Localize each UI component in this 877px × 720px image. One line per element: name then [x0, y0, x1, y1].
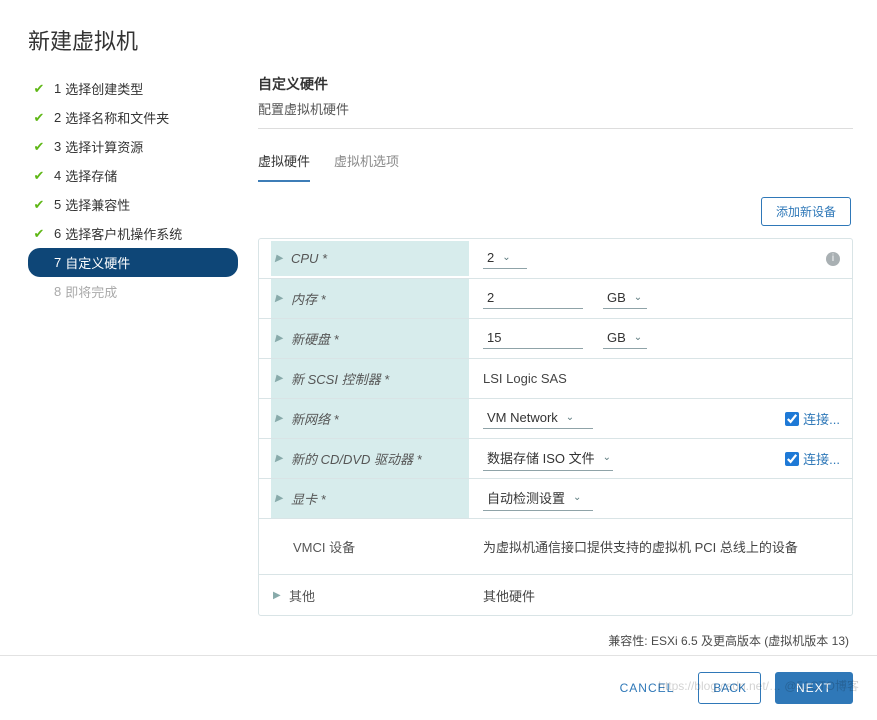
- chevron-right-icon[interactable]: ▶: [275, 373, 283, 384]
- check-icon: ✔: [32, 197, 46, 213]
- check-icon: ✔: [32, 139, 46, 155]
- step-label: 选择客户机操作系统: [65, 224, 182, 243]
- connect-label: 连接...: [803, 409, 840, 428]
- hw-label: VMCI 设备: [293, 537, 355, 556]
- row-gpu: ▶ 显卡 * 自动检测设置 ⌄: [259, 479, 852, 519]
- modal-title: 新建虚拟机: [0, 0, 877, 74]
- step-label: 选择兼容性: [65, 195, 130, 214]
- hw-label: 显卡 *: [291, 489, 326, 508]
- chevron-right-icon[interactable]: ▶: [273, 590, 281, 601]
- memory-unit-select[interactable]: GB ⌄: [603, 288, 647, 309]
- next-button[interactable]: NEXT: [775, 672, 853, 704]
- step-label: 选择名称和文件夹: [65, 108, 169, 127]
- other-value: 其他硬件: [483, 586, 535, 605]
- step-label: 自定义硬件: [65, 253, 130, 272]
- wizard-content: 自定义硬件 配置虚拟机硬件 虚拟硬件 虚拟机选项 添加新设备 ▶ CPU *: [248, 74, 857, 655]
- hw-label: CPU *: [291, 251, 327, 266]
- chevron-right-icon[interactable]: ▶: [275, 333, 283, 344]
- section-subtitle: 配置虚拟机硬件: [258, 99, 853, 118]
- row-disk: ▶ 新硬盘 * GB ⌄: [259, 319, 852, 359]
- check-icon: ✔: [32, 110, 46, 126]
- step-label: 选择创建类型: [65, 79, 143, 98]
- new-vm-wizard-modal: 新建虚拟机 ✔ 1 选择创建类型 ✔ 2 选择名称和文件夹 ✔ 3 选择计算资源…: [0, 0, 877, 720]
- chevron-down-icon: ⌄: [634, 292, 642, 303]
- wizard-footer: CANCEL BACK NEXT: [0, 655, 877, 720]
- row-cpu: ▶ CPU * 2 ⌄ i: [259, 239, 852, 279]
- disk-unit-select[interactable]: GB ⌄: [603, 328, 647, 349]
- chevron-down-icon: ⌄: [603, 452, 611, 463]
- row-vmci: VMCI 设备 为虚拟机通信接口提供支持的虚拟机 PCI 总线上的设备: [259, 519, 852, 575]
- disk-input[interactable]: [483, 328, 583, 349]
- add-device-button[interactable]: 添加新设备: [761, 197, 851, 226]
- connect-label: 连接...: [803, 449, 840, 468]
- gpu-select[interactable]: 自动检测设置 ⌄: [483, 486, 593, 511]
- info-icon[interactable]: i: [826, 252, 840, 266]
- hw-label: 新硬盘 *: [291, 329, 339, 348]
- step-guest-os[interactable]: ✔ 6 选择客户机操作系统: [28, 219, 238, 248]
- chevron-right-icon[interactable]: ▶: [275, 413, 283, 424]
- chevron-right-icon[interactable]: ▶: [275, 493, 283, 504]
- row-scsi: ▶ 新 SCSI 控制器 * LSI Logic SAS: [259, 359, 852, 399]
- check-icon: [32, 255, 46, 270]
- wizard-steps: ✔ 1 选择创建类型 ✔ 2 选择名称和文件夹 ✔ 3 选择计算资源 ✔ 4 选…: [28, 74, 248, 655]
- hw-label: 新网络 *: [291, 409, 339, 428]
- step-label: 选择计算资源: [65, 137, 143, 156]
- cpu-select[interactable]: 2 ⌄: [483, 248, 527, 269]
- section-title: 自定义硬件: [258, 74, 853, 94]
- modal-body: ✔ 1 选择创建类型 ✔ 2 选择名称和文件夹 ✔ 3 选择计算资源 ✔ 4 选…: [0, 74, 877, 655]
- hw-tabs: 虚拟硬件 虚拟机选项: [258, 145, 853, 183]
- step-customize-hw[interactable]: 7 自定义硬件: [28, 248, 238, 277]
- cd-select[interactable]: 数据存储 ISO 文件 ⌄: [483, 446, 613, 471]
- hardware-table: ▶ CPU * 2 ⌄ i ▶ 内存 *: [258, 238, 853, 616]
- network-select[interactable]: VM Network ⌄: [483, 408, 593, 429]
- chevron-right-icon[interactable]: ▶: [275, 253, 283, 264]
- chevron-right-icon[interactable]: ▶: [275, 453, 283, 464]
- step-ready: ✔ 8 即将完成: [28, 277, 238, 306]
- tab-vm-options[interactable]: 虚拟机选项: [334, 145, 399, 182]
- chevron-down-icon: ⌄: [566, 412, 574, 423]
- check-icon: ✔: [32, 81, 46, 97]
- step-label: 选择存储: [65, 166, 117, 185]
- divider: [258, 128, 853, 129]
- row-other: ▶ 其他 其他硬件: [259, 575, 852, 615]
- memory-input[interactable]: [483, 288, 583, 309]
- hw-label: 内存 *: [291, 289, 326, 308]
- step-storage[interactable]: ✔ 4 选择存储: [28, 161, 238, 190]
- network-connect-checkbox[interactable]: [785, 412, 799, 426]
- compat-text: 兼容性: ESXi 6.5 及更高版本 (虚拟机版本 13): [258, 632, 849, 649]
- hw-label: 其他: [289, 586, 315, 605]
- back-button[interactable]: BACK: [698, 672, 761, 704]
- chevron-right-icon[interactable]: ▶: [275, 293, 283, 304]
- step-create-type[interactable]: ✔ 1 选择创建类型: [28, 74, 238, 103]
- step-name-folder[interactable]: ✔ 2 选择名称和文件夹: [28, 103, 238, 132]
- row-memory: ▶ 内存 * GB ⌄: [259, 279, 852, 319]
- scsi-value: LSI Logic SAS: [483, 371, 567, 386]
- chevron-down-icon: ⌄: [573, 492, 581, 503]
- cd-connect-checkbox[interactable]: [785, 452, 799, 466]
- row-network: ▶ 新网络 * VM Network ⌄ 连接...: [259, 399, 852, 439]
- step-compute[interactable]: ✔ 3 选择计算资源: [28, 132, 238, 161]
- tab-virtual-hardware[interactable]: 虚拟硬件: [258, 145, 310, 182]
- cancel-button[interactable]: CANCEL: [610, 672, 685, 704]
- check-icon: ✔: [32, 168, 46, 184]
- chevron-down-icon: ⌄: [634, 332, 642, 343]
- hw-label: 新 SCSI 控制器 *: [291, 369, 389, 388]
- step-label: 即将完成: [65, 282, 117, 301]
- vmci-value: 为虚拟机通信接口提供支持的虚拟机 PCI 总线上的设备: [483, 537, 798, 556]
- row-cd: ▶ 新的 CD/DVD 驱动器 * 数据存储 ISO 文件 ⌄ 连接...: [259, 439, 852, 479]
- step-compat[interactable]: ✔ 5 选择兼容性: [28, 190, 238, 219]
- check-icon: ✔: [32, 226, 46, 242]
- chevron-down-icon: ⌄: [502, 252, 510, 263]
- hw-label: 新的 CD/DVD 驱动器 *: [291, 449, 422, 468]
